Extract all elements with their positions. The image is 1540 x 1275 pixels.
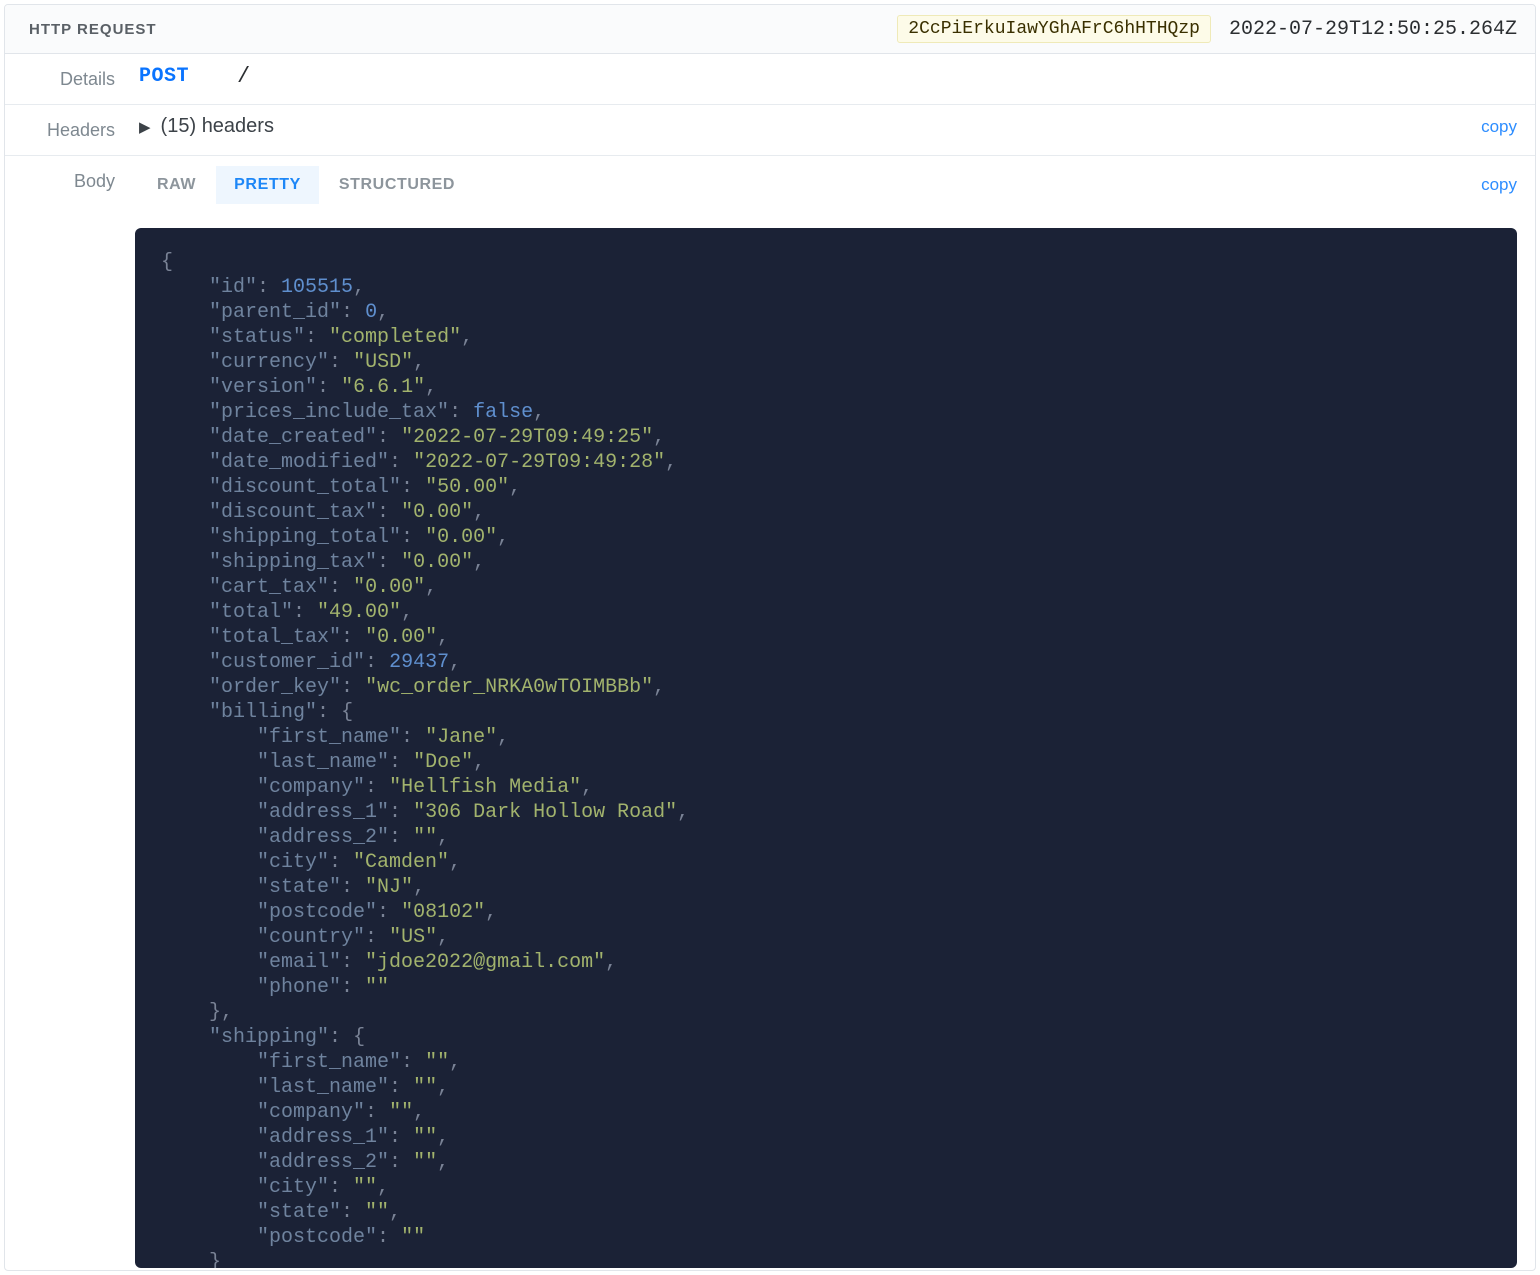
headers-row-label: Headers bbox=[5, 105, 125, 155]
headers-summary[interactable]: (15) headers bbox=[161, 115, 274, 138]
headers-row-content: ▶ (15) headers copy bbox=[125, 105, 1535, 148]
disclosure-triangle-icon[interactable]: ▶ bbox=[139, 118, 151, 136]
panel-title-meta: 2CcPiErkuIawYGhAFrC6hHTHQzp 2022-07-29T1… bbox=[897, 15, 1517, 43]
headers-row: Headers ▶ (15) headers copy bbox=[5, 105, 1535, 156]
headers-count: (15) bbox=[161, 115, 197, 137]
panel-title: HTTP REQUEST bbox=[29, 21, 157, 38]
http-method: POST bbox=[139, 65, 189, 88]
http-path: / bbox=[237, 64, 250, 89]
copy-headers-link[interactable]: copy bbox=[1481, 117, 1517, 137]
body-format-tabs: RAW PRETTY STRUCTURED bbox=[139, 166, 473, 204]
tab-structured[interactable]: STRUCTURED bbox=[321, 166, 473, 204]
panel-rows: Details POST / Headers ▶ (15) headers co… bbox=[5, 54, 1535, 214]
headers-word: headers bbox=[202, 115, 274, 137]
details-row: Details POST / bbox=[5, 54, 1535, 105]
request-id-chip[interactable]: 2CcPiErkuIawYGhAFrC6hHTHQzp bbox=[897, 15, 1211, 43]
body-row-label: Body bbox=[5, 156, 125, 206]
request-timestamp: 2022-07-29T12:50:25.264Z bbox=[1229, 18, 1517, 41]
body-row: Body RAW PRETTY STRUCTURED copy bbox=[5, 156, 1535, 214]
panel-titlebar: HTTP REQUEST 2CcPiErkuIawYGhAFrC6hHTHQzp… bbox=[5, 5, 1535, 54]
details-row-content: POST / bbox=[125, 54, 1535, 99]
copy-body-link[interactable]: copy bbox=[1481, 175, 1517, 195]
http-request-panel: HTTP REQUEST 2CcPiErkuIawYGhAFrC6hHTHQzp… bbox=[4, 4, 1536, 1271]
body-row-content: RAW PRETTY STRUCTURED copy bbox=[125, 156, 1535, 214]
tab-raw[interactable]: RAW bbox=[139, 166, 214, 204]
tab-pretty[interactable]: PRETTY bbox=[216, 166, 319, 204]
details-row-label: Details bbox=[5, 54, 125, 104]
body-json-viewer[interactable]: { "id": 105515, "parent_id": 0, "status"… bbox=[135, 228, 1517, 1268]
